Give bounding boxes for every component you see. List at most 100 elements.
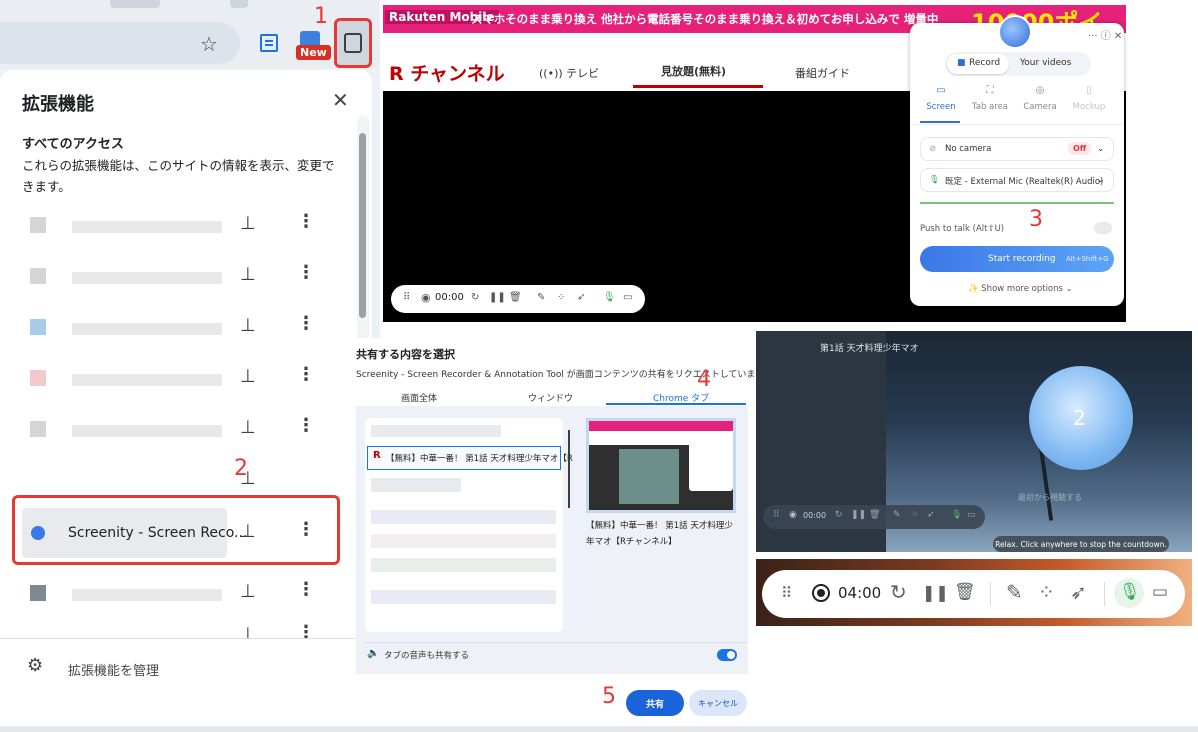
pin-icon[interactable]: ⊥ [240,366,256,387]
stop-recording-icon[interactable] [812,584,830,602]
camera-icon[interactable]: ▭ [623,292,632,303]
share-audio-toggle[interactable] [717,649,737,661]
push-to-talk-toggle[interactable] [1094,222,1112,234]
cancel-button[interactable]: キャンセル [689,690,747,716]
extension-row[interactable]: ⊥ ⋮ [22,258,342,298]
blur-icon[interactable]: ⁘ [557,292,565,303]
record-icon[interactable]: ◉ [421,291,431,304]
scrollbar-thumb[interactable] [359,133,366,318]
blur-icon[interactable]: ⁘ [911,510,919,520]
drag-handle-icon[interactable]: ⠿ [773,510,780,520]
extension-icon [30,585,46,601]
extension-row[interactable]: ⊥ ⋮ [22,575,342,615]
pen-icon[interactable]: ✎ [1006,580,1023,604]
popup-controls-icon[interactable]: ··· ⓘ ✕ [1088,27,1122,42]
more-icon[interactable]: ⋮ [297,579,315,600]
site-logo[interactable]: R チャンネル [389,59,505,86]
selected-tab-label: 【無料】中華一番！ 第1話 天才料理少年マオ【R [386,454,573,464]
tab-list-item-blurred[interactable] [371,534,556,548]
pin-icon[interactable]: ⊥ [240,624,256,638]
more-icon[interactable]: ⋮ [297,262,315,283]
pin-icon[interactable]: ⊥ [240,315,256,336]
more-icon[interactable]: ⋮ [297,364,315,385]
restart-icon[interactable]: ↻ [471,292,479,303]
mode-mockup[interactable]: ▯ Mockup [1064,85,1114,112]
extension-name-blurred [72,221,222,233]
mic-icon[interactable]: 🎙 [951,510,962,520]
pen-icon[interactable]: ✎ [537,292,545,303]
mic-icon[interactable]: 🎙 [603,292,616,303]
nav-guide[interactable]: 番組ガイド [795,65,850,81]
pin-icon[interactable]: ⊥ [240,521,256,542]
pin-icon[interactable]: ⊥ [240,264,256,285]
extension-row[interactable]: ⊥ ⋮ [22,411,342,451]
mode-screen[interactable]: ▭ Screen [916,85,966,112]
tab-stub [110,0,160,8]
episode-title: 第1話 天才料理少年マオ [820,344,919,354]
camera-off-icon: ⊘ [929,144,937,154]
drag-handle-icon[interactable]: ⠿ [781,584,792,602]
more-options-link[interactable]: ✨ Show more options ⌄ [968,284,1073,294]
tab-list-item-blurred[interactable] [371,590,556,604]
trash-icon[interactable]: 🗑 [509,292,522,303]
screenity-label[interactable]: Screenity - Screen Reco... [68,525,247,541]
mini-timer: 00:00 [435,292,464,303]
extensions-button[interactable] [334,18,372,68]
extension-row[interactable]: ⊥ ⋮ [22,618,342,638]
more-icon[interactable]: ⋮ [297,415,315,436]
access-description: これらの拡張機能は、このサイトの情報を表示、変更できます。 [22,158,335,194]
more-icon[interactable]: ⋮ [297,313,315,334]
avatar[interactable] [998,15,1032,49]
restart-icon[interactable]: ↻ [835,510,843,520]
cursor-icon[interactable]: ➶ [927,510,935,520]
pen-icon[interactable]: ✎ [893,510,901,520]
cursor-icon[interactable]: ➶ [577,292,585,303]
camera-icon[interactable]: ▭ [1152,582,1168,602]
star-icon[interactable]: ☆ [200,32,218,56]
trash-icon[interactable]: 🗑 [869,510,880,520]
pause-icon[interactable]: ❚❚ [851,510,866,520]
manage-extensions-link[interactable]: 拡張機能を管理 [68,660,159,679]
extension-row[interactable]: ⊥ ⋮ [22,360,342,400]
tab-list-item-blurred[interactable] [371,558,556,572]
more-icon[interactable]: ⋮ [297,211,315,232]
tab-entire-screen[interactable]: 画面全体 [401,391,437,404]
drag-handle-icon[interactable]: ⠿ [403,292,410,303]
pin-icon[interactable]: ⊥ [240,581,256,602]
step-5-label: 5 [602,684,616,709]
notes-icon[interactable] [260,34,278,52]
countdown-toolbar: ⠿ ◉ 00:00 ↻ ❚❚ 🗑 ✎ ⁘ ➶ 🎙 ▭ [763,505,985,529]
extension-row[interactable]: ⊥ ⋮ [22,309,342,349]
extension-icon [30,268,46,284]
popup-divider [910,124,1124,125]
more-icon[interactable]: ⋮ [297,622,315,638]
your-videos-tab[interactable]: Your videos [1020,58,1071,68]
tab-list-scrollbar[interactable] [568,430,570,508]
mode-camera[interactable]: ◎ Camera [1015,85,1065,112]
dialog-divider [365,642,747,643]
mode-tab-area[interactable]: ⛶ Tab area [965,85,1015,112]
pause-icon[interactable]: ❚❚ [922,583,949,602]
pin-icon[interactable]: ⊥ [240,417,256,438]
cursor-icon[interactable]: ➶ [1070,580,1087,604]
trash-icon[interactable]: 🗑 [954,582,976,602]
pause-icon[interactable]: ❚❚ [489,292,506,303]
close-icon[interactable]: ✕ [332,88,349,112]
tab-window[interactable]: ウィンドウ [528,391,573,404]
mic-select[interactable]: 🎙 既定 - External Mic (Realtek(R) Audio) ⌄ [920,168,1114,192]
restart-icon[interactable]: ↻ [890,580,907,604]
extension-name-blurred [72,374,222,386]
nav-free[interactable]: 見放題(無料) [661,63,726,79]
extension-row[interactable]: ⊥ ⋮ [22,207,342,247]
record-icon[interactable]: ◉ [789,510,797,520]
relax-hint: Relax. Click anywhere to stop the countd… [993,536,1169,552]
pin-icon[interactable]: ⊥ [240,213,256,234]
nav-tv[interactable]: ((•)) テレビ [539,65,599,81]
more-icon[interactable]: ⋮ [297,519,315,540]
camera-icon[interactable]: ▭ [967,510,976,520]
blur-icon[interactable]: ⁘ [1038,580,1055,604]
tab-list-item-blurred[interactable] [371,478,461,492]
share-button[interactable]: 共有 [626,690,684,716]
tab-list-item-blurred[interactable] [371,510,556,524]
tab-list-item-blurred[interactable] [371,425,501,437]
